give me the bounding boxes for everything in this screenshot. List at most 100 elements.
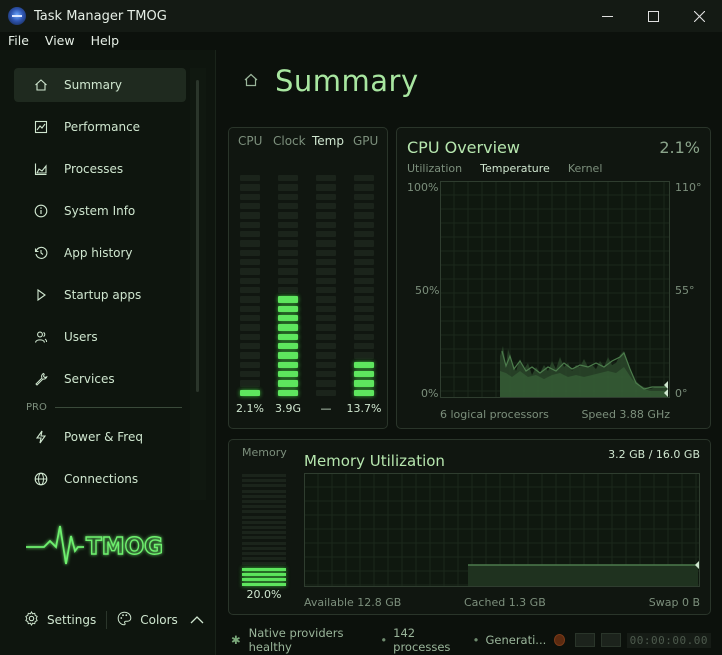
meter-segment [278,287,298,294]
meter-segment [240,175,260,182]
meter-segment [278,184,298,191]
status-slot-1[interactable] [575,633,595,647]
record-button[interactable] [554,634,566,646]
sidebar-footer: Settings Colors [0,605,216,635]
meter-segment [240,361,260,368]
meter-segment [316,315,336,322]
meter-segment [354,203,374,210]
logo-text: TMOG [86,534,163,560]
memory-total: 3.2 GB / 16.0 GB [608,448,700,461]
memory-segment [242,578,286,581]
sidebar-item-label: Startup apps [64,288,142,302]
sidebar-item-power-freq[interactable]: Power & Freq [14,420,186,454]
meter-segment [240,231,260,238]
meter-segment [316,212,336,219]
axis-right-top: 110° [675,181,702,194]
users-icon [32,328,50,346]
menu-help[interactable]: Help [83,32,128,50]
menu-file[interactable]: File [0,32,37,50]
sidebar-item-label: Processes [64,162,124,176]
meter-segment [354,231,374,238]
meter-segment [316,249,336,256]
section-divider [54,407,182,408]
sidebar-item-users[interactable]: Users [14,320,186,354]
memory-segment [242,562,286,566]
status-health: Native providers healthy [248,626,344,654]
app-icon [8,7,26,25]
meter-header-temp: Temp [312,134,344,148]
meter-segment [278,193,298,200]
meter-segment [278,296,298,303]
meter-segment [240,296,260,303]
meter-segment [240,212,260,219]
menu-view[interactable]: View [37,32,83,50]
meter-segment [354,268,374,275]
memory-label: Memory [242,446,287,459]
meter-segment [354,277,374,284]
meter-segment [354,343,374,350]
meter-segment [354,259,374,266]
status-asterisk-icon: ✱ [231,633,241,647]
sidebar-item-app-history[interactable]: App history [14,236,186,270]
axis-left-bottom: 0% [421,387,439,400]
home-icon [32,76,50,94]
colors-button[interactable]: Colors [117,611,204,629]
meter-segment [278,240,298,247]
sidebar-item-label: Summary [64,78,122,92]
meter-segment [316,259,336,266]
status-clock: 00:00:00.00 [626,632,711,648]
tab-utilization[interactable]: Utilization [407,162,462,175]
pro-section-header: PRO [26,402,182,413]
memory-segment [242,489,286,493]
axis-left-top: 100% [407,181,439,194]
meter-segment [316,193,336,200]
meter-segment [278,175,298,182]
memory-title: Memory Utilization [304,452,445,470]
sidebar-item-startup-apps[interactable]: Startup apps [14,278,186,312]
maximize-button[interactable] [630,0,676,32]
cpu-overview-percent: 2.1% [659,138,700,157]
sidebar-item-connections[interactable]: Connections [14,462,186,496]
meter-bar-temp [316,174,336,398]
meter-segment [278,305,298,312]
meter-segment [316,380,336,387]
minimize-button[interactable] [584,0,630,32]
meter-segment [316,333,336,340]
palette-icon [117,611,132,629]
axis-right-bottom: 0° [675,387,688,400]
meter-segment [240,315,260,322]
memory-segment [242,474,286,477]
sidebar-item-system-info[interactable]: System Info [14,194,186,228]
minimize-icon [601,15,613,17]
meter-segment [354,333,374,340]
colors-label: Colors [140,613,178,627]
home-icon [243,72,259,91]
settings-button[interactable]: Settings [24,611,96,629]
sidebar-scrollbar[interactable] [196,80,199,392]
sidebar-item-processes[interactable]: Processes [14,152,186,186]
status-slot-2[interactable] [600,633,621,647]
sidebar-item-services[interactable]: Services [14,362,186,396]
sidebar-item-summary[interactable]: Summary [14,68,186,102]
meter-segment [278,389,298,396]
sidebar-item-performance[interactable]: Performance [14,110,186,144]
cpu-overview-tabs: Utilization Temperature Kernel [407,162,602,175]
sidebar-item-label: System Info [64,204,136,218]
close-button[interactable] [676,0,722,32]
sidebar-item-label: Services [64,372,115,386]
tab-temperature[interactable]: Temperature [480,162,550,175]
meter-segment [278,203,298,210]
meter-segment [354,389,374,396]
close-icon [693,10,705,22]
tmog-logo: TMOG [26,525,164,565]
tab-kernel[interactable]: Kernel [568,162,603,175]
meter-segment [240,287,260,294]
memory-segment [242,510,286,514]
chart-icon [32,118,50,136]
status-bar: ✱ Native providers healthy • 142 process… [231,626,711,654]
section-label: PRO [26,402,47,413]
meter-segment [316,371,336,378]
maximize-icon [647,10,659,22]
meter-segment [316,324,336,331]
sidebar-item-label: App history [64,246,133,260]
